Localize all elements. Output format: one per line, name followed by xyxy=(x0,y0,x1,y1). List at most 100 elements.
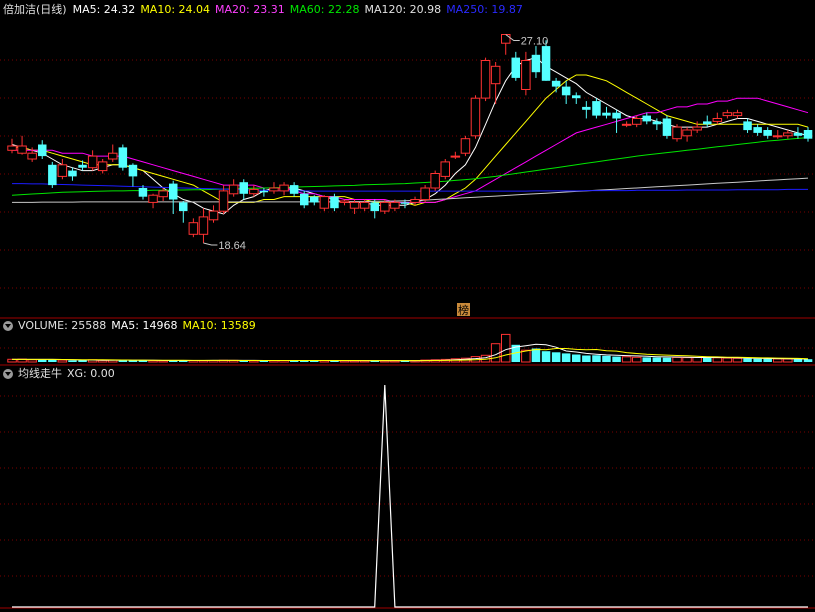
volume-bar xyxy=(561,353,571,362)
indicator-name: 均线走牛 xyxy=(18,367,62,380)
candle-body xyxy=(310,196,319,203)
candle-body xyxy=(612,112,621,119)
volume-header: VOLUME: 25588 MA5: 14968 MA10: 13589 xyxy=(0,318,261,334)
candle-body xyxy=(551,80,561,87)
candle-body xyxy=(490,65,501,85)
grid xyxy=(0,59,815,609)
indicator-panel xyxy=(12,384,808,608)
candle-body xyxy=(97,161,108,172)
collapse-icon[interactable] xyxy=(3,369,13,379)
collapse-icon[interactable] xyxy=(3,321,13,331)
candle-body xyxy=(17,145,27,154)
candle-body xyxy=(198,216,209,235)
volume-bar xyxy=(732,357,743,363)
candle-body xyxy=(48,164,57,186)
candle-body xyxy=(7,145,17,151)
volume-bar xyxy=(642,357,651,362)
candle-body xyxy=(380,201,390,212)
indicator-header: 均线走牛 XG: 0.00 xyxy=(0,366,120,382)
volume-bar xyxy=(712,357,723,363)
xg-signal-line xyxy=(12,384,808,608)
volume-bar xyxy=(793,359,803,362)
candle-body xyxy=(249,188,259,195)
volume-bar xyxy=(743,358,752,362)
ma120-legend: MA120: 20.98 xyxy=(364,3,442,16)
candle-body xyxy=(460,138,471,154)
candle-body xyxy=(480,60,491,99)
candle-body xyxy=(359,201,370,209)
volume-bar xyxy=(68,360,77,362)
ma20-legend: MA20: 23.31 xyxy=(215,3,285,16)
candle-body xyxy=(470,97,481,137)
candle-body xyxy=(269,187,279,192)
candle-body xyxy=(158,190,168,198)
candle-body xyxy=(400,202,410,204)
volume-bar xyxy=(551,352,561,362)
volume-bar xyxy=(602,355,611,362)
candle-body xyxy=(642,115,651,122)
volume-bar xyxy=(692,357,702,363)
volume-bar xyxy=(722,357,733,363)
candle-body xyxy=(712,118,723,122)
candle-body xyxy=(128,164,138,177)
volume-bar xyxy=(27,359,37,363)
volume-bar xyxy=(531,348,541,362)
candle-body xyxy=(118,147,128,168)
candle-body xyxy=(692,126,702,131)
candle-body xyxy=(420,187,430,201)
candle-body xyxy=(239,182,248,194)
candle-body xyxy=(390,201,400,209)
candle-body xyxy=(743,121,752,131)
candle-body xyxy=(501,34,511,44)
candle-body xyxy=(773,135,783,138)
candle-body xyxy=(541,46,551,81)
candle-body xyxy=(753,127,762,133)
volume-ma5: MA5: 14968 xyxy=(111,319,178,332)
candle-body xyxy=(38,144,47,157)
volume-bar xyxy=(803,359,813,362)
candle-body xyxy=(259,190,269,193)
ma10-legend: MA10: 24.04 xyxy=(140,3,211,16)
candle-body xyxy=(722,112,733,117)
price-header: 倍加洁(日线) MA5: 24.32 MA10: 24.04 MA20: 23.… xyxy=(0,2,528,18)
volume-bar xyxy=(652,357,662,362)
indicator-value: XG: 0.00 xyxy=(67,367,115,380)
candle-body xyxy=(108,152,118,160)
candle-body xyxy=(87,155,98,169)
low-price-label: 18.64 xyxy=(218,240,246,252)
price-panel xyxy=(7,34,813,246)
volume-bar xyxy=(773,358,783,363)
volume-bar xyxy=(763,358,772,362)
volume-bar xyxy=(582,355,591,362)
chart-canvas[interactable]: 27.10 18.64 榜 xyxy=(0,0,815,612)
candle-body xyxy=(208,210,219,221)
candle-body xyxy=(662,118,672,136)
candle-body xyxy=(582,106,591,110)
candle-body xyxy=(652,121,662,125)
ma60-legend: MA60: 22.28 xyxy=(289,3,360,16)
candle-body xyxy=(763,130,772,136)
candle-body xyxy=(450,155,461,158)
candle-body xyxy=(783,132,793,137)
volume-bar xyxy=(753,358,762,362)
ma250-legend: MA250: 19.87 xyxy=(446,3,523,16)
candle-body xyxy=(410,199,420,203)
volume-value: VOLUME: 25588 xyxy=(18,319,107,332)
candle-body xyxy=(803,130,813,139)
candle-body xyxy=(339,200,350,203)
candle-body xyxy=(68,170,77,177)
candle-body xyxy=(602,112,611,116)
candle-body xyxy=(148,194,158,203)
volume-bar xyxy=(783,358,793,363)
candle-body xyxy=(300,193,309,206)
candle-body xyxy=(672,126,682,140)
candle-body xyxy=(349,201,360,209)
candle-body xyxy=(440,161,450,177)
low-marker xyxy=(203,242,218,246)
volume-bar xyxy=(572,354,581,362)
candle-body xyxy=(138,188,148,197)
high-price-label: 27.10 xyxy=(521,36,549,48)
volume-bar xyxy=(612,356,621,362)
volume-bar xyxy=(672,356,682,363)
volume-bar xyxy=(541,351,551,362)
